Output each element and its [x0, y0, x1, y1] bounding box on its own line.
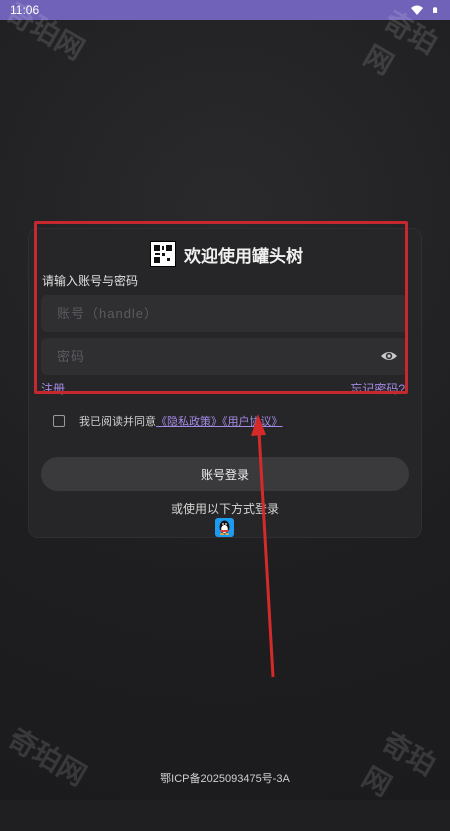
agreement-row: 我已阅读并同意《隐私政策》《用户协议》 [53, 413, 283, 429]
user-agreement-link[interactable]: 《用户协议》 [222, 416, 283, 428]
annotation-highlight-box [34, 221, 408, 394]
account-login-button[interactable]: 账号登录 [41, 457, 409, 491]
wifi-icon [411, 5, 423, 15]
penguin-icon [219, 520, 230, 535]
agree-checkbox[interactable] [53, 415, 65, 427]
status-icons [411, 5, 440, 15]
privacy-policy-link[interactable]: 《隐私政策》 [156, 416, 222, 428]
status-time: 11:06 [10, 3, 40, 17]
battery-icon [433, 7, 438, 13]
status-bar: 11:06 [0, 0, 450, 20]
icp-footer[interactable]: 鄂ICP备2025093475号-3A [0, 770, 450, 786]
agreement-text: 我已阅读并同意《隐私政策》《用户协议》 [79, 413, 283, 429]
other-login-methods-label: 或使用以下方式登录 [170, 502, 279, 516]
agreement-prefix: 我已阅读并同意 [79, 416, 156, 428]
qq-penguin-icon[interactable] [215, 518, 234, 537]
